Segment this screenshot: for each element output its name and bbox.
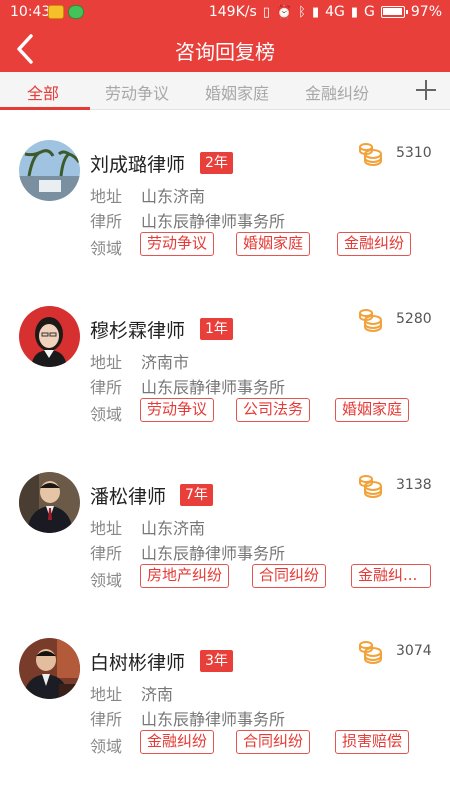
address-label: 地址	[90, 187, 123, 206]
address-value: 济南	[141, 685, 174, 704]
reply-count: 5280	[396, 311, 432, 327]
address-label: 地址	[90, 353, 123, 372]
field-tag[interactable]: 金融纠...	[351, 564, 431, 588]
lawyer-card[interactable]: 穆杉霖律师 1年 5280 地址 济南市 律所 山东辰静律师事务所 领域 劳动争…	[0, 306, 450, 472]
lawyer-name: 刘成璐律师	[90, 154, 186, 176]
experience-badge: 7年	[180, 484, 213, 506]
status-right: 149K/s ▯ ⏰ ᛒ ▮ 4G ▮ G 97%	[209, 4, 442, 20]
field-label: 领域	[90, 239, 123, 258]
field-label: 领域	[90, 737, 123, 756]
field-tag[interactable]: 合同纠纷	[236, 730, 311, 754]
signal-icon: ▮	[311, 4, 320, 20]
field-tag[interactable]: 房地产纠纷	[140, 564, 230, 588]
field-tag[interactable]: 劳动争议	[140, 232, 215, 256]
reply-count: 3138	[396, 477, 432, 493]
field-tag[interactable]: 合同纠纷	[252, 564, 327, 588]
tab-marriage[interactable]: 婚姻家庭	[205, 80, 269, 104]
experience-badge: 3年	[200, 650, 233, 672]
battery-icon	[380, 6, 408, 18]
avatar[interactable]	[19, 306, 80, 367]
field-tag[interactable]: 公司法务	[236, 398, 311, 422]
field-tag[interactable]: 婚姻家庭	[236, 232, 311, 256]
network-type-2: G	[364, 4, 375, 20]
field-label: 领域	[90, 405, 123, 424]
lawyer-name: 潘松律师	[90, 486, 167, 508]
firm-label: 律所	[90, 212, 123, 231]
field-tag[interactable]: 劳动争议	[140, 398, 215, 422]
firm-value: 山东辰静律师事务所	[141, 378, 286, 397]
firm-label: 律所	[90, 544, 123, 563]
lawyer-card[interactable]: 刘成璐律师 2年 5310 地址 山东济南 律所 山东辰静律师事务所 领域 劳动…	[0, 140, 450, 306]
add-tab-button[interactable]	[412, 76, 440, 104]
address-label: 地址	[90, 519, 123, 538]
address-value: 济南市	[141, 353, 190, 372]
firm-value: 山东辰静律师事务所	[141, 544, 286, 563]
field-tag[interactable]: 损害赔偿	[335, 730, 410, 754]
coin-stack-icon	[359, 641, 382, 664]
lawyer-card[interactable]: 潘松律师 7年 3138 地址 山东济南 律所 山东辰静律师事务所 领域 房地产…	[0, 472, 450, 638]
tab-finance[interactable]: 金融纠纷	[305, 80, 369, 104]
vibrate-icon: ▯	[262, 4, 270, 20]
tab-all[interactable]: 全部	[27, 80, 59, 104]
category-tabs: 全部 劳动争议 婚姻家庭 金融纠纷	[0, 72, 450, 110]
status-time: 10:43	[10, 4, 51, 20]
firm-label: 律所	[90, 378, 123, 397]
field-tag[interactable]: 金融纠纷	[337, 232, 412, 256]
wechat-notification-icon	[68, 5, 84, 19]
network-type-1: 4G	[325, 4, 345, 20]
app-notification-icon	[48, 5, 64, 19]
notification-icons	[48, 5, 84, 19]
address-value: 山东济南	[141, 187, 206, 206]
status-bar: 10:43 149K/s ▯ ⏰ ᛒ ▮ 4G ▮ G 97%	[0, 0, 450, 26]
firm-label: 律所	[90, 710, 123, 729]
reply-count: 3074	[396, 643, 432, 659]
field-tag[interactable]: 金融纠纷	[140, 730, 215, 754]
title-bar: 咨询回复榜	[0, 26, 450, 72]
network-speed: 149K/s	[208, 4, 257, 20]
address-value: 山东济南	[141, 519, 206, 538]
firm-value: 山东辰静律师事务所	[141, 710, 286, 729]
alarm-icon: ⏰	[275, 4, 293, 20]
signal-icon-2: ▮	[350, 4, 359, 20]
experience-badge: 1年	[200, 318, 233, 340]
avatar[interactable]	[19, 638, 80, 699]
lawyer-card[interactable]: 白树彬律师 3年 3074 地址 济南 律所 山东辰静律师事务所 领域 金融纠纷…	[0, 638, 450, 800]
avatar[interactable]	[19, 472, 80, 533]
coin-stack-icon	[359, 309, 382, 332]
lawyer-name: 白树彬律师	[90, 652, 186, 674]
page-title: 咨询回复榜	[175, 40, 275, 64]
avatar[interactable]	[19, 140, 80, 201]
battery-level: 97%	[410, 4, 442, 20]
coin-stack-icon	[359, 143, 382, 166]
address-label: 地址	[90, 685, 123, 704]
experience-badge: 2年	[200, 152, 233, 174]
lawyer-name: 穆杉霖律师	[90, 320, 186, 342]
coin-stack-icon	[359, 475, 382, 498]
field-label: 领域	[90, 571, 123, 590]
active-tab-indicator	[0, 107, 90, 110]
field-tag[interactable]: 婚姻家庭	[335, 398, 410, 422]
reply-count: 5310	[396, 145, 432, 161]
bluetooth-icon: ᛒ	[298, 4, 306, 20]
tab-labor[interactable]: 劳动争议	[105, 80, 169, 104]
firm-value: 山东辰静律师事务所	[141, 212, 286, 231]
